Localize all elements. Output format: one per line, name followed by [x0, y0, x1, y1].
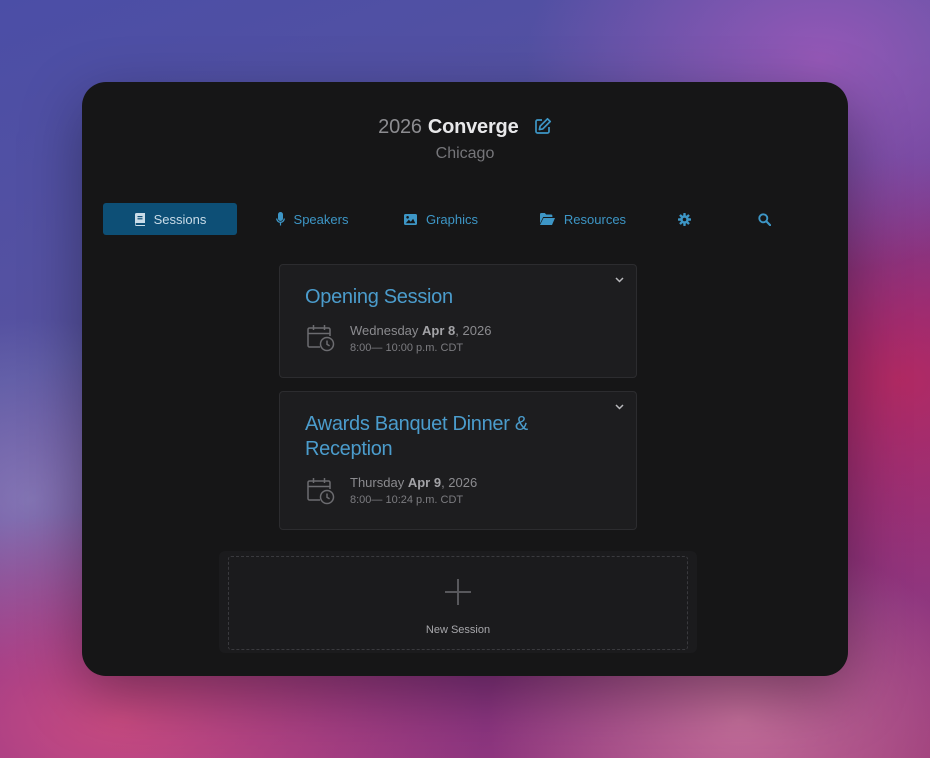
book-icon	[134, 212, 145, 226]
session-card[interactable]: Awards Banquet Dinner & Reception Thursd…	[279, 391, 637, 530]
session-year: , 2026	[455, 323, 492, 338]
session-year: , 2026	[441, 475, 478, 490]
chevron-down-icon[interactable]	[615, 277, 624, 283]
plus-icon	[445, 579, 471, 605]
tab-search[interactable]	[743, 203, 795, 235]
folder-open-icon	[539, 213, 555, 225]
session-card[interactable]: Opening Session Wednesday Apr 8, 2026 8:…	[279, 264, 637, 378]
session-title[interactable]: Opening Session	[305, 285, 585, 310]
session-day: Apr 8	[422, 323, 456, 338]
microphone-icon	[275, 212, 285, 226]
session-title[interactable]: Awards Banquet Dinner & Reception	[305, 412, 585, 462]
calendar-clock-icon	[307, 325, 335, 352]
tab-label: Sessions	[153, 211, 207, 227]
tab-resources[interactable]: Resources	[521, 203, 645, 235]
session-time: 8:00— 10:24 p.m. CDT	[350, 494, 464, 506]
tab-speakers[interactable]: Speakers	[253, 203, 371, 235]
event-title: 2026 Converge	[82, 116, 848, 139]
search-icon	[758, 212, 771, 226]
session-day: Apr 9	[407, 475, 442, 490]
tab-label: Resources	[563, 211, 627, 227]
edit-icon[interactable]	[534, 117, 552, 135]
gear-icon	[678, 212, 691, 226]
new-session-button[interactable]: New Session	[228, 556, 688, 650]
event-year: 2026	[378, 116, 422, 138]
main-tabs: Sessions Speakers Graphics Resources	[103, 203, 803, 235]
session-time: 8:00— 10:00 p.m. CDT	[350, 342, 464, 354]
tab-label: Speakers	[293, 211, 349, 227]
app-window: 2026 Converge Chicago Sessions Speakers …	[82, 82, 848, 676]
image-icon	[403, 213, 417, 225]
session-date: Thursday Apr 9, 2026	[350, 475, 477, 490]
tab-sessions[interactable]: Sessions	[103, 203, 237, 235]
new-session-panel: New Session	[219, 551, 697, 653]
tab-label: Graphics	[425, 211, 479, 227]
event-location: Chicago	[435, 145, 495, 162]
chevron-down-icon[interactable]	[615, 404, 624, 410]
session-weekday: Wednesday	[350, 323, 419, 338]
event-header: 2026 Converge Chicago	[82, 116, 848, 163]
tab-graphics[interactable]: Graphics	[389, 203, 493, 235]
session-weekday: Thursday	[350, 475, 405, 490]
session-date: Wednesday Apr 8, 2026	[350, 323, 491, 338]
calendar-clock-icon	[307, 478, 335, 505]
tab-settings[interactable]	[663, 203, 715, 235]
new-session-label: New Session	[425, 624, 491, 636]
event-name: Converge	[427, 116, 519, 138]
